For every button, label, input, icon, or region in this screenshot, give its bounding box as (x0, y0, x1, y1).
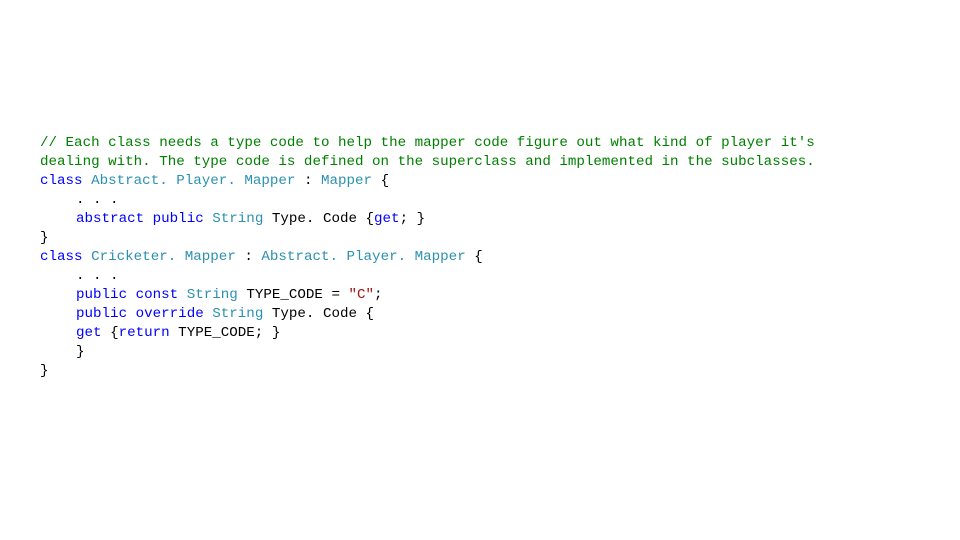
semi-brace-1: ; } (400, 211, 426, 227)
semi-1: ; (374, 287, 383, 303)
type-mapper: Mapper (321, 173, 381, 189)
brace-close-3: } (40, 363, 49, 379)
kw-const: const (136, 287, 179, 303)
const-name: TYPE_CODE = (246, 287, 348, 303)
type-abstract-player-mapper: Abstract. Player. Mapper (91, 173, 304, 189)
brace-open-3: { (474, 249, 483, 265)
code-block: // Each class needs a type code to help … (40, 115, 940, 381)
ellipsis-2: . . . (76, 268, 119, 284)
kw-class-1: class (40, 173, 83, 189)
type-string-3: String (212, 306, 272, 322)
type-string-1: String (212, 211, 272, 227)
colon-2: : (244, 249, 261, 265)
brace-open-5: { (110, 325, 119, 341)
kw-public-1: public (153, 211, 204, 227)
code-comment-line1: // Each class needs a type code to help … (40, 135, 815, 151)
brace-open-1: { (381, 173, 390, 189)
kw-public-2: public (76, 287, 127, 303)
brace-close-2: } (76, 344, 85, 360)
kw-get-1: get (374, 211, 400, 227)
kw-abstract: abstract (76, 211, 144, 227)
type-abstract-player-mapper-2: Abstract. Player. Mapper (261, 249, 474, 265)
code-comment-line2: dealing with. The type code is defined o… (40, 154, 815, 170)
string-literal-c: "C" (348, 287, 374, 303)
kw-public-3: public (76, 306, 127, 322)
member-typecode-1: Type. Code (272, 211, 366, 227)
brace-open-4: { (366, 306, 375, 322)
kw-return: return (119, 325, 170, 341)
type-string-2: String (187, 287, 247, 303)
brace-open-2: { (366, 211, 375, 227)
colon-1: : (304, 173, 321, 189)
ellipsis-1: . . . (76, 192, 119, 208)
kw-override: override (136, 306, 204, 322)
brace-close-1: } (40, 230, 49, 246)
type-cricketer-mapper: Cricketer. Mapper (91, 249, 244, 265)
return-typecode: TYPE_CODE; } (170, 325, 281, 341)
kw-get-2: get (76, 325, 102, 341)
member-typecode-2: Type. Code (272, 306, 366, 322)
kw-class-2: class (40, 249, 83, 265)
